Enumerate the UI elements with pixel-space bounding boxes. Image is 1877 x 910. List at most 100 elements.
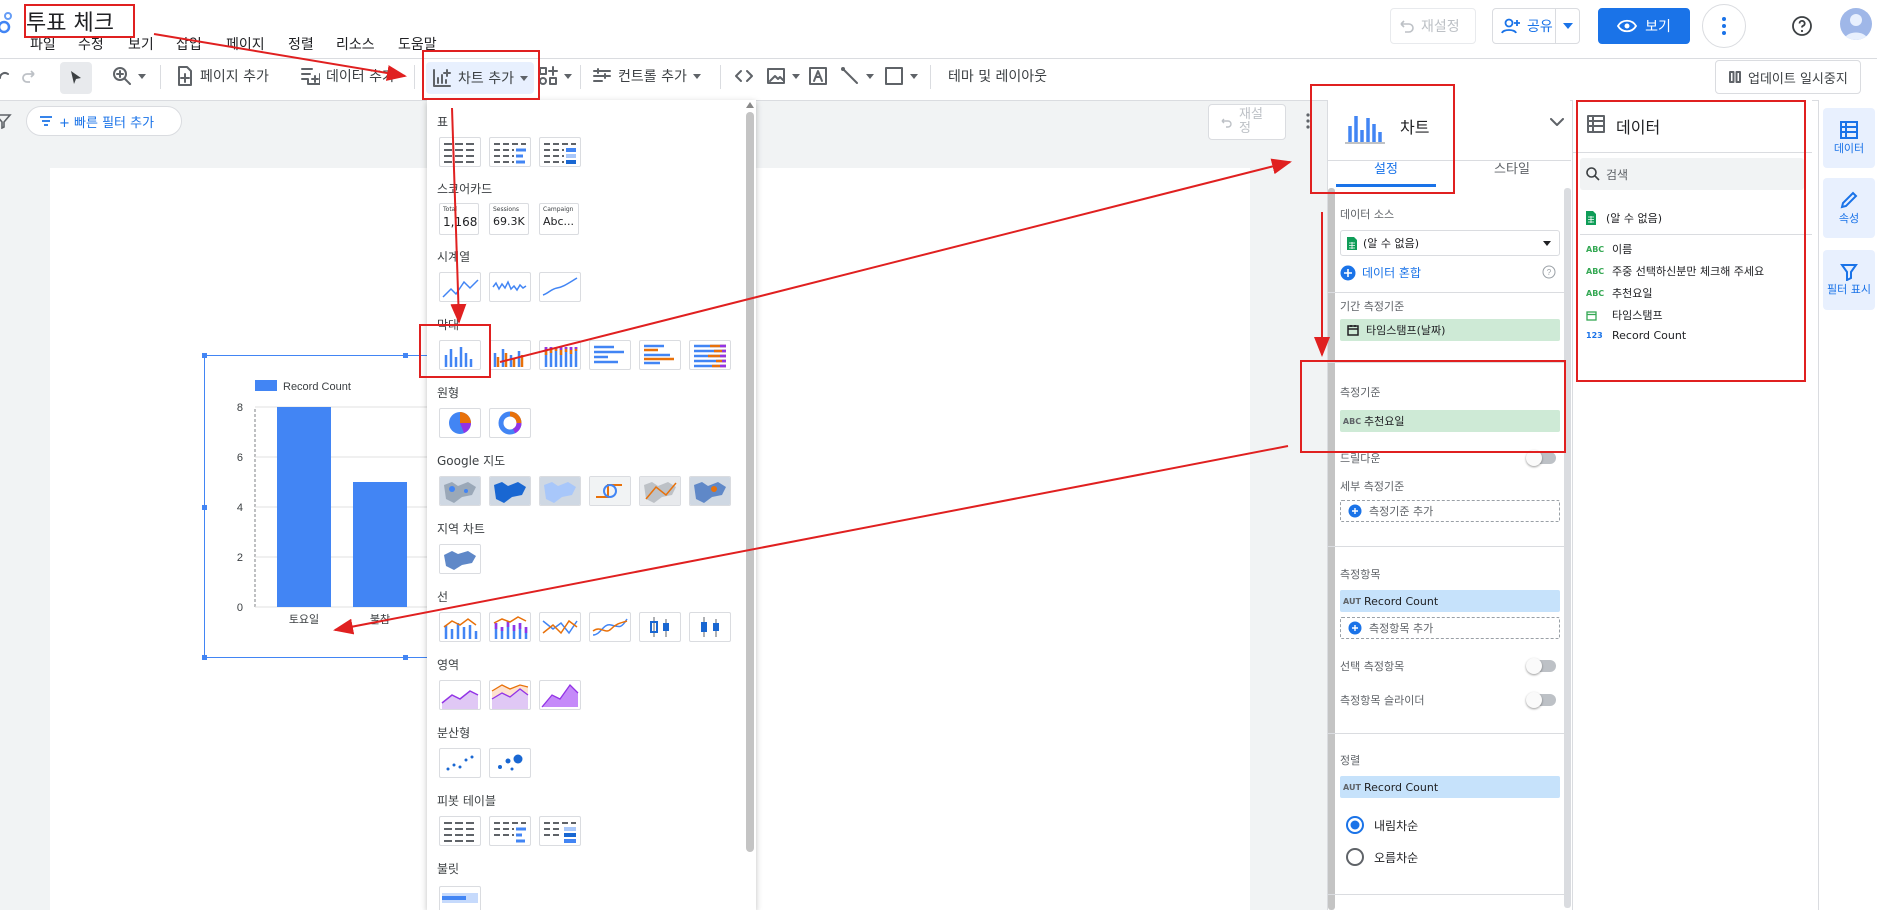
share-dropdown-icon[interactable] [1555,9,1579,43]
chart-option-stacked-bar[interactable] [539,340,581,370]
field-item[interactable]: ABC 주중 선택하신분만 체크해 주세요 [1586,263,1764,279]
chart-option-bullet[interactable] [439,886,481,910]
field-item[interactable]: 타임스탬프 [1586,307,1663,323]
bar-chart[interactable]: Record Count 0 2 4 6 8 토요일 불참 [204,355,465,658]
data-source-select[interactable]: (알 수 없음) [1340,230,1560,256]
field-item[interactable]: 123 Record Count [1586,329,1686,342]
rail-properties-button[interactable]: 속성 [1823,178,1875,238]
chart-option-line-map[interactable] [589,476,631,506]
chart-option-bar[interactable] [439,340,481,370]
add-component-button[interactable] [538,66,572,86]
filter-reset-button[interactable]: 재설정 [1208,104,1286,140]
tab-style[interactable]: 스타일 [1462,158,1562,177]
rail-filter-button[interactable]: 필터 표시 [1823,250,1875,310]
chart-option-pie[interactable] [439,408,481,438]
chart-option-horizontal-stacked[interactable] [689,340,731,370]
menu-view[interactable]: 보기 [128,34,154,54]
rail-data-button[interactable]: 데이터 [1823,108,1875,168]
chart-option-area[interactable] [439,680,481,710]
chart-option-percent-area[interactable] [539,680,581,710]
chart-option-timeseries[interactable] [439,272,481,302]
filter-icon[interactable] [0,113,12,129]
add-page-button[interactable]: 페이지 추가 [176,66,269,86]
data-search-input[interactable]: 검색 [1580,158,1804,190]
metric-chip[interactable]: AUT Record Count [1340,590,1560,612]
sort-desc-radio[interactable]: 내림차순 [1346,816,1418,834]
chart-option-scorecard-1[interactable]: Total 1,168 [439,203,479,235]
chart-option-bubble-map[interactable] [439,476,481,506]
chart-option-heatmap-map[interactable] [539,476,581,506]
menu-resources[interactable]: 리소스 [336,34,375,54]
chart-option-combo[interactable] [439,612,481,642]
add-data-button[interactable]: 데이터 추가 [300,66,395,86]
chart-option-ohlc[interactable] [689,612,731,642]
menu-scrollbar[interactable] [746,112,754,852]
dimension-chip[interactable]: ABC 추천요일 [1340,410,1560,432]
add-metric-button[interactable]: 측정항목 추가 [1340,617,1560,639]
app-logo-icon[interactable] [0,10,14,34]
reset-button[interactable]: 재설정 [1390,8,1476,44]
chart-option-smooth-line[interactable] [589,612,631,642]
redo-icon[interactable] [0,68,12,86]
pause-update-button[interactable]: 업데이트 일시중지 [1715,60,1861,94]
field-item[interactable]: ABC 추천요일 [1586,285,1652,301]
zoom-button[interactable] [112,66,146,86]
chart-option-pivot-heatmap[interactable] [539,816,581,846]
account-avatar[interactable] [1840,8,1872,40]
chart-option-scorecard-2[interactable]: Sessions 69.3K [489,203,529,235]
chart-option-line[interactable] [539,612,581,642]
panel-scrollbar-left[interactable] [1328,188,1335,910]
chart-option-candlestick[interactable] [639,612,681,642]
chart-option-stacked-combo[interactable] [489,612,531,642]
chart-option-geo[interactable] [439,544,481,574]
bar[interactable] [277,407,331,607]
chart-option-stacked-area[interactable] [489,680,531,710]
chart-option-scorecard-3[interactable]: Campaign Abc... [539,203,579,235]
chart-option-smoothed[interactable] [539,272,581,302]
menu-insert[interactable]: 삽입 [176,34,202,54]
menu-help[interactable]: 도움말 [398,34,437,54]
chart-option-grouped-bar[interactable] [489,340,531,370]
chart-option-filled-combo-map[interactable] [689,476,731,506]
quick-filter-button[interactable]: + 빠른 필터 추가 [26,106,182,136]
menu-page[interactable]: 페이지 [226,34,265,54]
chart-option-horizontal-bar[interactable] [589,340,631,370]
image-button[interactable] [766,66,800,86]
collapse-panel-icon[interactable] [1550,118,1564,127]
add-dimension-button[interactable]: 측정기준 추가 [1340,500,1560,522]
metric-slider-toggle[interactable] [1526,692,1556,708]
chart-option-donut[interactable] [489,408,531,438]
chart-option-bubble[interactable] [489,748,531,778]
text-box-button[interactable] [808,66,828,86]
panel-scrollbar-right[interactable] [1564,188,1571,908]
drilldown-toggle[interactable] [1526,450,1556,466]
chart-option-scatter[interactable] [439,748,481,778]
view-button[interactable]: 보기 [1598,8,1690,44]
chart-option-pivot-bars[interactable] [489,816,531,846]
select-tool[interactable] [60,62,92,94]
bar[interactable] [353,482,407,607]
chart-option-table-bars[interactable] [489,137,531,167]
chart-option-filled-map[interactable] [489,476,531,506]
chart-option-table-heatmap[interactable] [539,137,581,167]
menu-edit[interactable]: 수정 [78,34,104,54]
line-button[interactable] [840,66,874,86]
date-range-chip[interactable]: 타임스탬프(날짜) [1340,319,1560,341]
redo2-icon[interactable] [20,68,38,86]
more-options-icon[interactable] [1702,4,1746,48]
add-control-button[interactable]: 컨트롤 추가 [592,66,701,86]
optional-metrics-toggle[interactable] [1526,658,1556,674]
blend-data-button[interactable]: 데이터 혼합 [1340,264,1421,281]
add-chart-button[interactable]: 차트 추가 [426,62,534,94]
help-icon[interactable] [1791,15,1813,37]
chart-option-combo-map[interactable] [639,476,681,506]
chart-option-horizontal-grouped[interactable] [639,340,681,370]
chart-option-sparkline[interactable] [489,272,531,302]
share-button[interactable]: 공유 [1492,8,1580,44]
field-item[interactable]: ABC 이름 [1586,241,1632,257]
vertical-dots-icon[interactable] [1306,113,1310,129]
shape-button[interactable] [884,66,918,86]
embed-code-button[interactable] [734,66,754,86]
data-source-item[interactable]: (알 수 없음) [1586,210,1662,226]
report-title[interactable]: 투표 체크 [26,5,114,37]
